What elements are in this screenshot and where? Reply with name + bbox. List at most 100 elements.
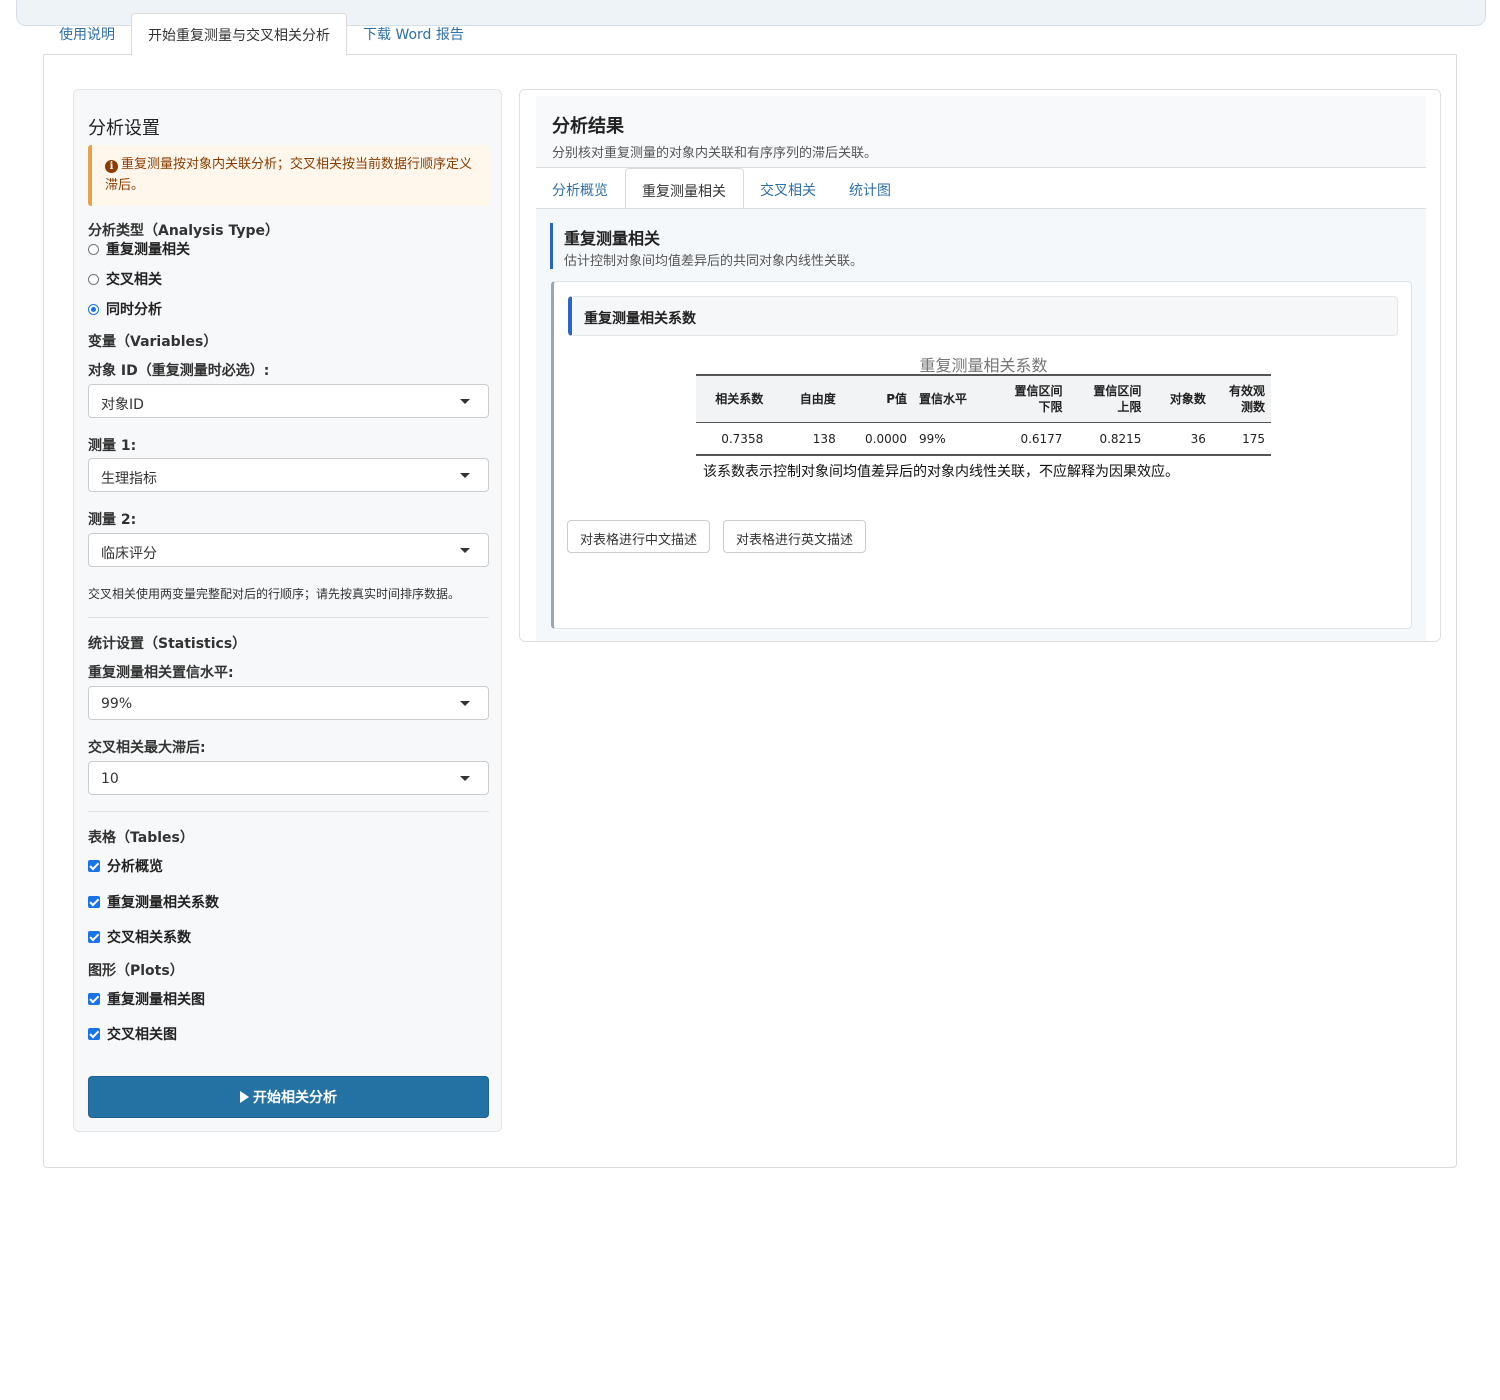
results-tabs: 分析概览 重复测量相关 交叉相关 统计图 xyxy=(536,168,908,210)
tab-plots[interactable]: 统计图 xyxy=(833,168,908,208)
tab-overview[interactable]: 分析概览 xyxy=(536,168,625,208)
divider xyxy=(88,811,489,812)
chevron-down-icon xyxy=(460,701,470,706)
m2-select-value: 临床评分 xyxy=(101,546,157,562)
tab-instructions[interactable]: 使用说明 xyxy=(43,13,131,55)
check-rm-plot[interactable]: 重复测量相关图 xyxy=(88,989,205,1009)
card-title: 重复测量相关系数 xyxy=(568,296,1398,336)
info-alert: i 重复测量按对象内关联分析；交叉相关按当前数据行顺序定义滞后。 xyxy=(88,145,489,206)
chevron-down-icon xyxy=(460,548,470,553)
play-icon xyxy=(240,1091,249,1103)
check-rm-table[interactable]: 重复测量相关系数 xyxy=(88,892,219,912)
table-cell: 99% xyxy=(913,422,984,456)
col-header: 有效观测数 xyxy=(1211,374,1271,423)
m2-label: 测量 2: xyxy=(88,512,137,528)
col-header: 置信水平 xyxy=(913,374,984,423)
tables-label: 表格（Tables） xyxy=(88,830,194,846)
variables-label: 变量（Variables） xyxy=(88,334,218,350)
stats-label: 统计设置（Statistics） xyxy=(88,636,247,652)
table-row: 0.7358 138 0.0000 99% 0.6177 0.8215 36 1… xyxy=(696,422,1271,456)
info-icon: i xyxy=(105,160,118,173)
tab-repeated-corr[interactable]: 重复测量相关 xyxy=(625,168,744,210)
id-select-value: 对象ID xyxy=(101,397,144,413)
check-cross-table[interactable]: 交叉相关系数 xyxy=(88,927,191,947)
col-header: 自由度 xyxy=(769,374,842,423)
tab-cross-corr[interactable]: 交叉相关 xyxy=(744,168,833,208)
coef-table: 相关系数 自由度 P值 置信水平 置信区间下限 置信区间上限 对象数 有效观测数… xyxy=(696,374,1271,456)
coef-card: 重复测量相关系数 重复测量相关系数 相关系数 自由度 P值 置信水平 置信区间下… xyxy=(551,281,1412,629)
m2-select[interactable]: 临床评分 xyxy=(88,533,489,567)
m1-select-value: 生理指标 xyxy=(101,471,157,487)
describe-cn-button[interactable]: 对表格进行中文描述 xyxy=(567,520,711,553)
chevron-down-icon xyxy=(460,776,470,781)
id-select[interactable]: 对象ID xyxy=(88,384,489,418)
alert-text: 重复测量按对象内关联分析；交叉相关按当前数据行顺序定义滞后。 xyxy=(105,157,473,193)
results-panel: 分析结果 分别核对重复测量的对象内关联和有序序列的滞后关联。 分析概览 重复测量… xyxy=(519,89,1441,642)
checkbox[interactable] xyxy=(88,1028,100,1040)
repeated-corr-pane: 重复测量相关 估计控制对象间均值差异后的共同对象内线性关联。 重复测量相关系数 … xyxy=(536,209,1426,641)
checkbox[interactable] xyxy=(88,931,100,943)
col-header: 对象数 xyxy=(1147,374,1212,423)
checkbox-label: 交叉相关图 xyxy=(107,1027,177,1043)
chevron-down-icon xyxy=(460,473,470,478)
checkbox[interactable] xyxy=(88,896,100,908)
checkbox[interactable] xyxy=(88,860,100,872)
m1-label: 测量 1: xyxy=(88,438,137,454)
section-subtitle: 估计控制对象间均值差异后的共同对象内线性关联。 xyxy=(564,254,864,269)
radio-cross[interactable]: 交叉相关 xyxy=(88,269,162,289)
table-note: 该系数表示控制对象间均值差异后的对象内线性关联，不应解释为因果效应。 xyxy=(703,464,1179,480)
table-cell: 0.6177 xyxy=(983,422,1069,456)
lag-select[interactable]: 10 xyxy=(88,761,489,795)
radio-button[interactable] xyxy=(88,303,99,315)
radio-repeated[interactable]: 重复测量相关 xyxy=(88,239,190,259)
sidebar-title: 分析设置 xyxy=(88,118,160,139)
m1-select[interactable]: 生理指标 xyxy=(88,458,489,492)
analysis-type-label: 分析类型（Analysis Type） xyxy=(88,223,280,239)
section-title: 重复测量相关 xyxy=(564,229,661,248)
conf-select-value: 99% xyxy=(101,696,133,712)
chevron-down-icon xyxy=(460,399,470,404)
table-cell: 175 xyxy=(1211,422,1271,456)
table-header-row: 相关系数 自由度 P值 置信水平 置信区间下限 置信区间上限 对象数 有效观测数 xyxy=(696,374,1271,423)
check-overview[interactable]: 分析概览 xyxy=(88,856,163,876)
checkbox-label: 重复测量相关系数 xyxy=(107,895,219,911)
col-header: 相关系数 xyxy=(696,374,770,423)
results-title: 分析结果 xyxy=(552,116,624,137)
radio-button[interactable] xyxy=(88,243,99,255)
table-cell: 0.0000 xyxy=(841,422,913,456)
describe-en-button[interactable]: 对表格进行英文描述 xyxy=(723,520,867,553)
col-header: 置信区间上限 xyxy=(1068,374,1148,423)
lag-label: 交叉相关最大滞后: xyxy=(88,740,206,756)
checkbox-label: 重复测量相关图 xyxy=(107,992,205,1008)
run-button-label: 开始相关分析 xyxy=(253,1090,337,1106)
divider xyxy=(88,617,489,618)
results-subtitle: 分别核对重复测量的对象内关联和有序序列的滞后关联。 xyxy=(552,146,878,161)
plots-label: 图形（Plots） xyxy=(88,963,184,979)
tab-download-word[interactable]: 下载 Word 报告 xyxy=(347,13,480,55)
col-header: 置信区间下限 xyxy=(983,374,1069,423)
conf-label: 重复测量相关置信水平: xyxy=(88,665,234,681)
results-header: 分析结果 分别核对重复测量的对象内关联和有序序列的滞后关联。 xyxy=(536,96,1426,168)
lag-select-value: 10 xyxy=(101,771,119,787)
radio-label: 交叉相关 xyxy=(106,272,162,288)
radio-button[interactable] xyxy=(88,273,99,285)
table-cell: 0.7358 xyxy=(696,422,770,456)
run-analysis-button[interactable]: 开始相关分析 xyxy=(88,1076,489,1118)
tab-start-analysis[interactable]: 开始重复测量与交叉相关分析 xyxy=(131,13,347,56)
conf-select[interactable]: 99% xyxy=(88,686,489,720)
table-cell: 0.8215 xyxy=(1068,422,1148,456)
id-label: 对象 ID（重复测量时必选）: xyxy=(88,363,270,379)
settings-sidebar: 分析设置 i 重复测量按对象内关联分析；交叉相关按当前数据行顺序定义滞后。 分析类… xyxy=(73,89,502,1132)
checkbox-label: 交叉相关系数 xyxy=(107,930,191,946)
check-cross-plot[interactable]: 交叉相关图 xyxy=(88,1024,177,1044)
radio-label: 同时分析 xyxy=(106,302,162,318)
table-caption: 重复测量相关系数 xyxy=(919,356,1048,375)
checkbox[interactable] xyxy=(88,993,100,1005)
main-tabs: 使用说明 开始重复测量与交叉相关分析 下载 Word 报告 xyxy=(43,13,480,56)
table-cell: 36 xyxy=(1147,422,1212,456)
col-header: P值 xyxy=(841,374,913,423)
radio-both[interactable]: 同时分析 xyxy=(88,299,162,319)
radio-label: 重复测量相关 xyxy=(106,242,190,258)
help-text: 交叉相关使用两变量完整配对后的行顺序；请先按真实时间排序数据。 xyxy=(88,587,461,601)
checkbox-label: 分析概览 xyxy=(107,859,163,875)
